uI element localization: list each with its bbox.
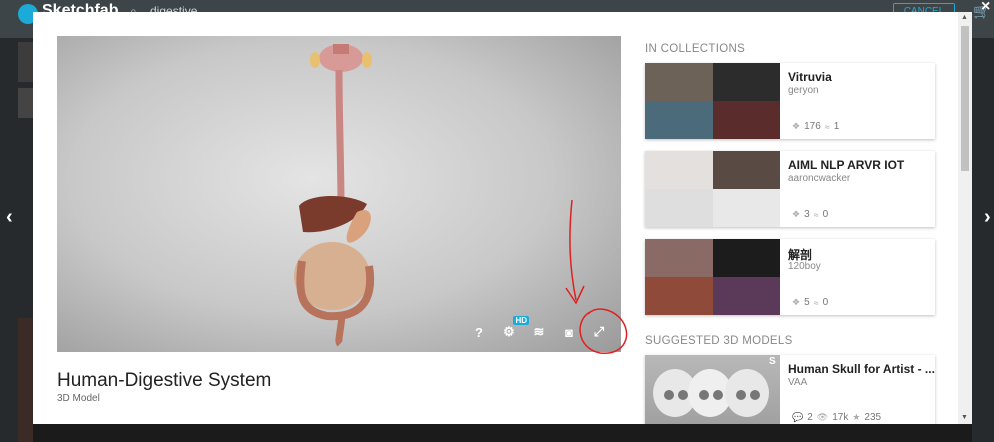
collection-thumbnails[interactable] [645, 63, 780, 139]
suggested-model-owner[interactable]: VAA [788, 377, 807, 388]
models-icon: ❖ [792, 209, 801, 219]
likes-star-icon: ★ [852, 412, 861, 422]
background-left [0, 38, 33, 442]
collection-owner[interactable]: 120boy [788, 261, 821, 272]
staff-pick-badge: S [769, 356, 776, 367]
collection-owner[interactable]: geryon [788, 85, 819, 96]
modal-scrollbar[interactable]: ▲ ▼ [958, 12, 972, 424]
collection-name[interactable]: AIML NLP ARVR IOT [788, 158, 904, 172]
models-icon: ❖ [792, 121, 801, 131]
viewer-controls: ? ⚙ HD ≋ ◙ ⤢ [469, 316, 609, 342]
suggested-model-card[interactable]: S Human Skull for Artist - ... VAA 💬 2 👁… [645, 355, 935, 424]
collection-card[interactable]: 解剖 120boy ❖ 5 ≈ 0 [645, 239, 935, 315]
collection-stats: ❖ 3 ≈ 0 [792, 209, 829, 220]
scroll-up-icon[interactable]: ▲ [961, 14, 968, 21]
suggested-model-name[interactable]: Human Skull for Artist - ... [788, 362, 935, 376]
collection-card[interactable]: Vitruvia geryon ❖ 176 ≈ 1 [645, 63, 935, 139]
layers-icon[interactable]: ≋ [529, 322, 549, 342]
fullscreen-icon[interactable]: ⤢ [589, 322, 609, 342]
comments-icon: 💬 [792, 412, 804, 422]
models-icon: ❖ [792, 297, 801, 307]
followers-icon: ≈ [813, 209, 819, 220]
collection-stats: ❖ 5 ≈ 0 [792, 297, 829, 308]
collection-name[interactable]: Vitruvia [788, 70, 832, 84]
previous-arrow-icon[interactable]: ‹ [6, 206, 13, 229]
collections-label: IN COLLECTIONS [645, 43, 746, 55]
collection-thumbnails[interactable] [645, 151, 780, 227]
model-title: Human-Digestive System [57, 370, 272, 391]
suggested-model-thumbnail[interactable]: S [645, 355, 780, 424]
views-icon: 👁 [816, 412, 829, 422]
3d-viewer[interactable]: ? ⚙ HD ≋ ◙ ⤢ [57, 36, 621, 352]
collection-owner[interactable]: aaroncwacker [788, 173, 850, 184]
scroll-thumb[interactable] [961, 26, 969, 171]
collection-card[interactable]: AIML NLP ARVR IOT aaroncwacker ❖ 3 ≈ 0 [645, 151, 935, 227]
background-right [972, 38, 994, 442]
settings-gear-icon[interactable]: ⚙ HD [499, 316, 529, 342]
model-type: 3D Model [57, 393, 100, 404]
model-modal: ? ⚙ HD ≋ ◙ ⤢ Human-Digestive System 3D Mo… [33, 12, 972, 424]
next-arrow-icon[interactable]: › [984, 206, 991, 229]
collection-thumbnails[interactable] [645, 239, 780, 315]
followers-icon: ≈ [813, 297, 819, 308]
digestive-system-model[interactable] [57, 36, 621, 352]
help-icon[interactable]: ? [469, 322, 489, 342]
hd-badge: HD [513, 316, 529, 325]
followers-icon: ≈ [824, 121, 830, 132]
suggested-label: SUGGESTED 3D MODELS [645, 335, 793, 347]
collection-stats: ❖ 176 ≈ 1 [792, 121, 840, 132]
vr-headset-icon[interactable]: ◙ [559, 322, 579, 342]
suggested-model-stats: 💬 2 👁 17k ★ 235 [792, 412, 882, 423]
scroll-down-icon[interactable]: ▼ [961, 414, 968, 421]
close-icon[interactable]: × [981, 0, 990, 16]
